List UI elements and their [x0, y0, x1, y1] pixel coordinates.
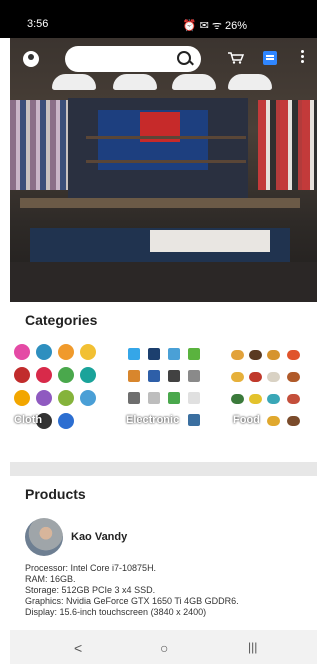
product-detail-line: RAM: 16GB.: [25, 574, 76, 584]
category-label-food: Food: [233, 414, 260, 426]
status-bar: 3:56 ⏰ ✉ ᯤ 26%: [0, 0, 317, 38]
product-detail-line: Display: 15.6-inch touchscreen (3840 x 2…: [25, 607, 207, 617]
product-details: Processor: Intel Core i7-10875H. RAM: 16…: [25, 563, 315, 618]
chat-icon[interactable]: [263, 51, 277, 65]
product-detail-line: Storage: 512GB PCIe 3 x4 SSD.: [25, 585, 156, 595]
hero-folded-clothes: [150, 230, 270, 252]
hero-floor: [10, 262, 317, 302]
account-icon[interactable]: [23, 51, 39, 67]
nav-recents-button[interactable]: |||: [248, 640, 257, 654]
category-card-cloth[interactable]: Cloth: [10, 340, 98, 434]
status-indicators: ⏰ ✉ ᯤ 26%: [182, 20, 247, 32]
search-icon[interactable]: [177, 51, 191, 65]
category-card-electronic[interactable]: Electronic: [122, 340, 210, 434]
app-bar: [10, 38, 317, 84]
nav-back-button[interactable]: <: [74, 640, 82, 656]
hero-clothes-rack-right: [258, 100, 317, 190]
section-divider: [10, 462, 317, 476]
hero-display-table: [20, 198, 300, 208]
status-time: 3:56: [27, 18, 49, 30]
product-detail-line: Processor: Intel Core i7-10875H.: [25, 563, 157, 573]
cart-icon[interactable]: [228, 52, 244, 64]
hero-clothes-rack-left: [10, 100, 70, 190]
more-menu-icon[interactable]: [301, 50, 304, 53]
hero-shelf: [86, 160, 246, 163]
hero-shelf: [86, 136, 246, 139]
product-detail-line: Graphics: Nvidia GeForce GTX 1650 Ti 4GB…: [25, 596, 239, 606]
category-label-electronic: Electronic: [126, 414, 180, 426]
products-title: Products: [25, 486, 86, 502]
categories-title: Categories: [25, 312, 98, 328]
search-field[interactable]: [65, 46, 201, 72]
nav-home-button[interactable]: ○: [160, 640, 168, 656]
category-label-cloth: Cloth: [14, 414, 43, 426]
avatar[interactable]: [25, 518, 63, 556]
system-nav-bar: < ○ |||: [10, 630, 317, 664]
product-user-name[interactable]: Kao Vandy: [71, 531, 127, 543]
category-card-food[interactable]: Food: [229, 340, 317, 434]
